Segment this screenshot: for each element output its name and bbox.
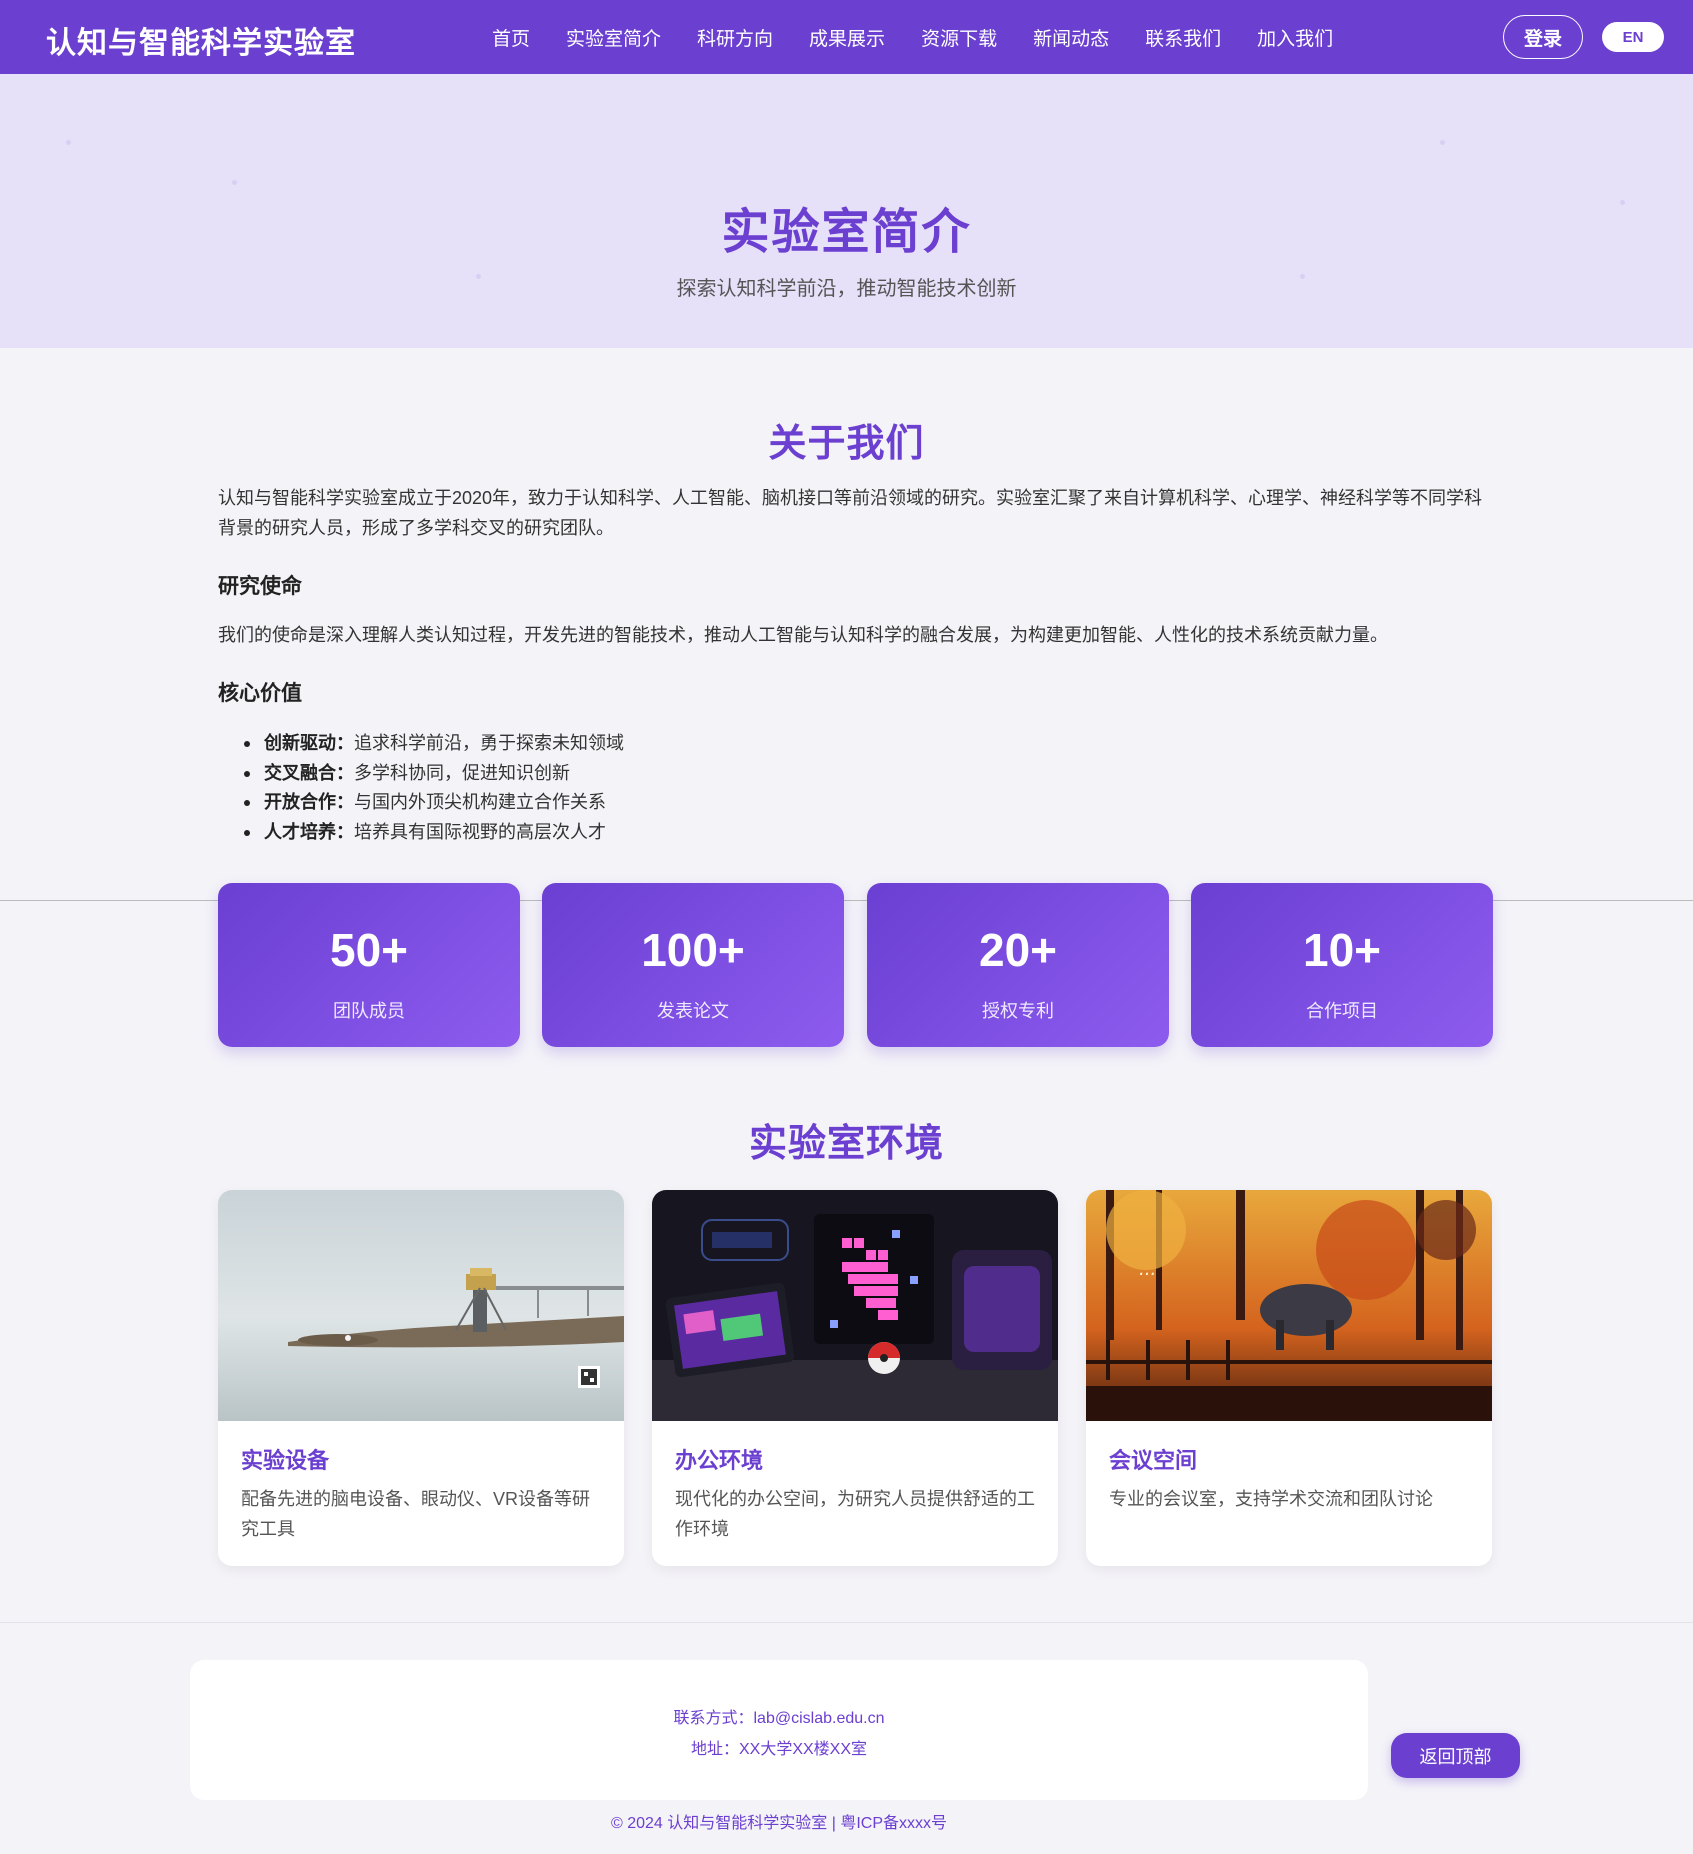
footer-contact-card: 联系方式：lab@cislab.edu.cn 地址：XX大学XX楼XX室 — [190, 1660, 1368, 1800]
about-intro-text: 认知与智能科学实验室成立于2020年，致力于认知科学、人工智能、脑机接口等前沿领… — [218, 488, 1483, 538]
mission-heading: 研究使命 — [218, 575, 302, 598]
stat-label: 团队成员 — [333, 1001, 405, 1021]
stat-card-patents: 20+ 授权专利 — [867, 883, 1169, 1047]
value-term: 交叉融合： — [264, 762, 354, 783]
hero-decor-dot — [66, 140, 71, 145]
nav-links: 首页 实验室简介 科研方向 成果展示 资源下载 新闻动态 联系我们 加入我们 — [492, 24, 1369, 51]
nav-link-news[interactable]: 新闻动态 — [1033, 24, 1109, 51]
stat-value: 20+ — [978, 924, 1058, 976]
footer-contact-email[interactable]: 联系方式：lab@cislab.edu.cn — [190, 1704, 1368, 1728]
stat-card-papers: 100+ 发表论文 — [542, 883, 844, 1047]
list-item: 交叉融合：多学科协同，促进知识创新 — [240, 759, 624, 789]
stat-card-projects: 10+ 合作项目 — [1191, 883, 1493, 1047]
list-item: 创新驱动：追求科学前沿，勇于探索未知领域 — [240, 729, 624, 759]
value-term: 创新驱动： — [264, 733, 354, 753]
card-description: 专业的会议室，支持学术交流和团队讨论 — [1109, 1489, 1433, 1509]
list-item: 开放合作：与国内外顶尖机构建立合作关系 — [240, 788, 624, 818]
stat-label: 合作项目 — [1306, 1001, 1378, 1021]
env-card-equipment[interactable]: 实验设备 配备先进的脑电设备、眼动仪、VR设备等研究工具 — [218, 1190, 624, 1566]
hero-decor-dot — [1440, 140, 1445, 145]
environment-section-title: 实验室环境 — [748, 1123, 944, 1165]
card-title: 办公环境 — [675, 1448, 764, 1473]
card-description: 配备先进的脑电设备、眼动仪、VR设备等研究工具 — [241, 1489, 591, 1539]
nav-link-join[interactable]: 加入我们 — [1257, 24, 1333, 51]
value-term: 人才培养： — [264, 821, 354, 842]
meeting-room-photo: ··· — [1086, 1190, 1492, 1421]
card-title: 实验设备 — [241, 1448, 330, 1473]
stat-label: 授权专利 — [982, 1001, 1054, 1021]
copyright-text: © 2024 认知与智能科学实验室 | 粤ICP备xxxx号 — [611, 1815, 947, 1832]
value-term: 开放合作： — [264, 792, 354, 812]
stat-value: 10+ — [1302, 924, 1382, 976]
footer-divider — [0, 1622, 1693, 1623]
site-brand[interactable]: 认知与智能科学实验室 — [46, 18, 356, 62]
footer-address: 地址：XX大学XX楼XX室 — [690, 1741, 868, 1758]
nav-link-home[interactable]: 首页 — [492, 24, 530, 51]
stat-value: 50+ — [329, 924, 409, 976]
stat-value: 100+ — [641, 924, 745, 976]
login-button[interactable]: 登录 — [1503, 15, 1583, 59]
stat-label: 发表论文 — [657, 1001, 729, 1021]
mission-text: 我们的使命是深入理解人类认知过程，开发先进的智能技术，推动人工智能与认知科学的融… — [218, 625, 1388, 645]
value-desc: 与国内外顶尖机构建立合作关系 — [354, 792, 606, 812]
svg-text:···: ··· — [1138, 1264, 1155, 1285]
nav-link-research[interactable]: 科研方向 — [697, 24, 773, 51]
value-desc: 追求科学前沿，勇于探索未知领域 — [354, 733, 624, 753]
card-description: 现代化的办公空间，为研究人员提供舒适的工作环境 — [675, 1489, 1035, 1539]
value-desc: 多学科协同，促进知识创新 — [354, 762, 570, 783]
nav-link-achievements[interactable]: 成果展示 — [809, 24, 885, 51]
top-navbar: 认知与智能科学实验室 首页 实验室简介 科研方向 成果展示 资源下载 新闻动态 … — [0, 0, 1693, 74]
env-card-meeting[interactable]: ··· 会议空间 专业的会议室，支持学术交流和团队讨论 — [1086, 1190, 1492, 1566]
list-item: 人才培养：培养具有国际视野的高层次人才 — [240, 818, 624, 848]
hero-banner: 实验室简介 探索认知科学前沿，推动智能技术创新 — [0, 74, 1693, 348]
equipment-photo — [218, 1190, 624, 1421]
core-values-list: 创新驱动：追求科学前沿，勇于探索未知领域 交叉融合：多学科协同，促进知识创新 开… — [240, 729, 624, 847]
env-card-office[interactable]: 办公环境 现代化的办公空间，为研究人员提供舒适的工作环境 — [652, 1190, 1058, 1566]
values-heading: 核心价值 — [218, 682, 302, 705]
hero-decor-dot — [232, 180, 237, 185]
about-section-title: 关于我们 — [768, 423, 925, 465]
card-title: 会议空间 — [1109, 1448, 1198, 1473]
value-desc: 培养具有国际视野的高层次人才 — [354, 821, 606, 842]
nav-link-downloads[interactable]: 资源下载 — [921, 24, 997, 51]
language-toggle-button[interactable]: EN — [1602, 22, 1664, 52]
page-subtitle: 探索认知科学前沿，推动智能技术创新 — [676, 278, 1017, 300]
stat-card-members: 50+ 团队成员 — [218, 883, 520, 1047]
nav-link-contact[interactable]: 联系我们 — [1145, 24, 1221, 51]
page-title: 实验室简介 — [721, 206, 972, 259]
back-to-top-button[interactable]: 返回顶部 — [1391, 1733, 1520, 1778]
nav-link-about[interactable]: 实验室简介 — [566, 24, 661, 51]
office-photo — [652, 1190, 1058, 1421]
